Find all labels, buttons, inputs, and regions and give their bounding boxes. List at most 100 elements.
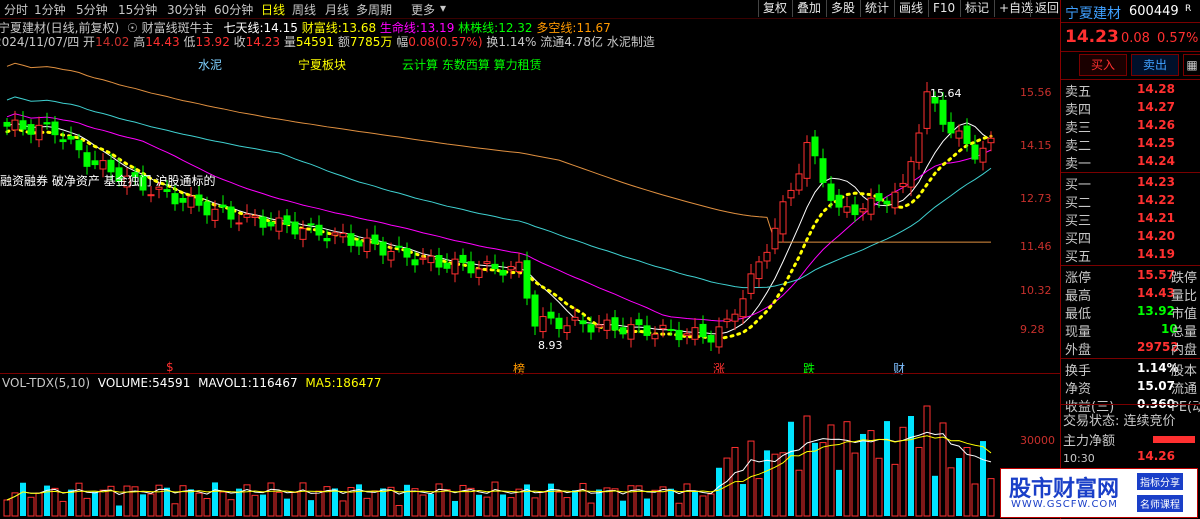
event-mark-down[interactable]: 跌 xyxy=(803,360,815,377)
ask-label: 卖一 xyxy=(1065,157,1092,172)
event-mark-up[interactable]: 涨 xyxy=(713,360,725,377)
buy-button[interactable]: 买入 xyxy=(1079,54,1127,76)
candle-body xyxy=(99,160,107,170)
candle-body xyxy=(331,232,339,236)
candle-body xyxy=(771,227,779,250)
candle-body xyxy=(499,269,507,276)
candle-body xyxy=(603,319,611,331)
tab-multi-period[interactable]: 多周期 xyxy=(356,1,392,18)
volume-bar xyxy=(692,490,698,516)
candle-body xyxy=(211,208,219,221)
volume-bar xyxy=(843,421,851,517)
divider xyxy=(1061,404,1200,405)
bid-label: 买二 xyxy=(1065,196,1092,211)
candle-body xyxy=(691,327,699,340)
multi-stock-button[interactable]: 多股 xyxy=(826,0,859,17)
volume-value: 54591 xyxy=(152,376,191,390)
chevron-down-icon[interactable]: ▾ xyxy=(440,1,446,15)
divider xyxy=(1061,265,1200,266)
stats-button[interactable]: 统计 xyxy=(860,0,893,17)
candle-body xyxy=(611,317,619,331)
volume-bar xyxy=(380,488,386,516)
candle-body xyxy=(843,206,851,213)
fund-label: 流通 xyxy=(1171,382,1198,397)
volume-bar xyxy=(803,415,811,517)
candle-body xyxy=(27,124,35,135)
candle-body xyxy=(851,204,859,216)
trade-status: 交易状态: 连续竞价 xyxy=(1063,414,1176,429)
stat-label: 量比 xyxy=(1171,289,1198,304)
ask-price: 14.28 xyxy=(1137,82,1175,96)
watermark-tag1: 指标分享 xyxy=(1137,473,1183,490)
restore-rights-button[interactable]: 复权 xyxy=(758,0,791,17)
event-mark-rank[interactable]: 榜 xyxy=(513,360,525,377)
tab-weekly[interactable]: 周线 xyxy=(292,1,316,18)
volume-bar xyxy=(435,483,443,517)
candle-body xyxy=(379,241,387,256)
candle-body xyxy=(979,147,987,163)
candle-body xyxy=(179,197,187,203)
volume-header: VOL-TDX(5,10) VOLUME:54591 MAVOL1:116467… xyxy=(2,376,381,390)
candle-body xyxy=(187,195,195,208)
volume-bar xyxy=(467,487,475,517)
stat-value: 13.92 xyxy=(1137,304,1175,318)
price-change: 0.08 xyxy=(1121,31,1150,46)
volume-bar xyxy=(491,481,499,517)
mark-button[interactable]: 标记 xyxy=(960,0,993,17)
candle-body xyxy=(523,260,531,299)
candle-body xyxy=(579,320,587,325)
candle-body xyxy=(339,232,347,238)
overlay-button[interactable]: 叠加 xyxy=(792,0,825,17)
news-tags[interactable]: 融资融券 破净资产 基金独门 沪股通标的 xyxy=(0,172,215,189)
candle-body xyxy=(483,261,491,265)
draw-line-button[interactable]: 画线 xyxy=(894,0,927,17)
volume-bar xyxy=(795,469,803,517)
volume-chart[interactable] xyxy=(0,398,1020,519)
candle-body xyxy=(259,216,267,228)
tab-60min[interactable]: 60分钟 xyxy=(214,1,253,18)
volume-bar xyxy=(891,463,899,517)
volume-bar xyxy=(483,496,491,517)
event-mark-finance[interactable]: 财 xyxy=(893,360,905,377)
candlestick-chart[interactable] xyxy=(0,46,1020,374)
tab-more[interactable]: 更多 xyxy=(411,1,435,18)
volume-bar xyxy=(171,503,179,517)
sell-button[interactable]: 卖出 xyxy=(1131,54,1179,76)
volume-bar xyxy=(92,491,98,516)
candle-body xyxy=(539,316,547,333)
event-mark-dollar[interactable]: $ xyxy=(166,360,174,374)
tab-30min[interactable]: 30分钟 xyxy=(167,1,206,18)
candle-body xyxy=(443,262,451,269)
volume-bar xyxy=(476,494,482,516)
tab-15min[interactable]: 15分钟 xyxy=(118,1,157,18)
candle-body xyxy=(355,240,363,247)
candle-body xyxy=(947,121,955,134)
tab-daily[interactable]: 日线 xyxy=(261,1,285,18)
volume-bar xyxy=(747,440,755,517)
wealth-line xyxy=(5,127,993,341)
tab-1min[interactable]: 1分钟 xyxy=(34,1,66,18)
back-button[interactable]: 返回 xyxy=(1030,0,1063,17)
f10-button[interactable]: F10 xyxy=(928,0,959,17)
high-annotation: 15.64 xyxy=(930,87,962,100)
tab-intraday[interactable]: 分时 xyxy=(4,1,28,18)
volume-bar xyxy=(59,500,67,517)
panel-divider xyxy=(0,373,1060,374)
candle-body xyxy=(627,324,635,340)
tab-5min[interactable]: 5分钟 xyxy=(76,1,108,18)
candle-body xyxy=(699,323,707,338)
tab-monthly[interactable]: 月线 xyxy=(325,1,349,18)
volume-bar xyxy=(339,500,347,517)
candle-body xyxy=(827,183,835,201)
volume-bar xyxy=(395,505,403,517)
candle-body xyxy=(147,194,155,197)
volume-title[interactable]: VOL-TDX(5,10) xyxy=(2,376,90,390)
stat-label: 内盘 xyxy=(1171,343,1198,358)
volume-bar xyxy=(188,489,194,516)
volume-bar xyxy=(515,488,523,517)
stat-label: 跌停 xyxy=(1171,271,1198,286)
volume-bar xyxy=(875,457,883,517)
grid-menu-icon[interactable]: ▦ xyxy=(1183,54,1200,76)
candle-body xyxy=(835,194,843,208)
candle-body xyxy=(195,194,203,206)
